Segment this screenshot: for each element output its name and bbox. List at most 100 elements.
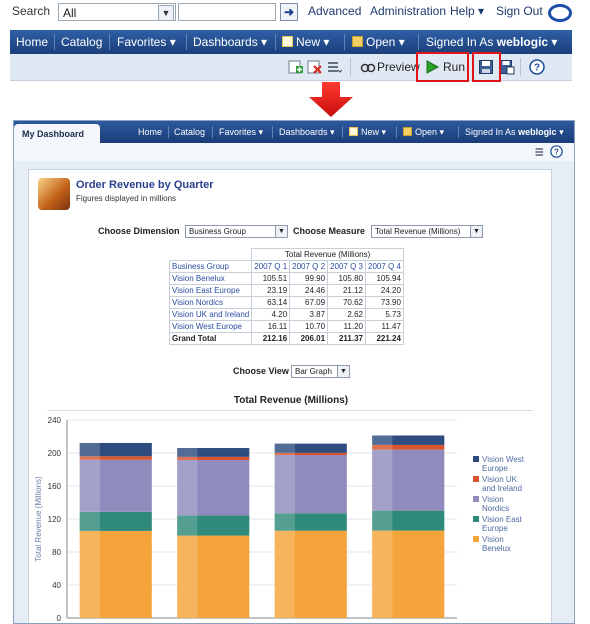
nav-divider [342,126,343,138]
nav-divider [54,34,55,50]
pivot-column-header[interactable]: 2007 Q 1 [251,260,291,273]
pivot-table: Total Revenue (Millions) Business Group 20… [168,248,404,345]
table-row: Vision East Europe 23.19 24.46 21.12 24.20 [168,284,404,297]
nav-divider [272,126,273,138]
y-tick-label: 120 [48,515,62,524]
row-label-link[interactable]: Vision East Europe [168,284,253,297]
chevron-down-icon[interactable]: ▼ [470,226,482,237]
nav-favorites-label: Favorites [117,35,167,49]
oracle-logo-icon [548,4,572,22]
report-title: Order Revenue by Quarter [76,179,214,191]
table-cell: 5.73 [365,308,404,321]
legend-swatch [473,496,479,502]
report-panel: Order Revenue by Quarter Figures display… [28,169,552,623]
svg-text:?: ? [554,147,559,156]
y-tick-label: 0 [57,614,62,623]
table-cell: 24.20 [365,284,404,297]
row-label-link[interactable]: Vision Benelux [168,272,253,285]
nav-home[interactable]: Home [138,127,162,137]
nav-divider [168,126,169,138]
measure-select[interactable]: Total Revenue (Millions) ▼ [371,225,483,238]
signed-in-user: weblogic [518,127,557,137]
nav-divider [109,34,110,50]
help-icon[interactable]: ? [529,59,545,75]
nav-new[interactable]: New ▾ [349,127,386,138]
table-cell: 11.20 [327,320,366,333]
nav-open[interactable]: Open ▾ [403,127,444,138]
table-cell: 11.47 [365,320,404,333]
svg-text:?: ? [534,63,540,74]
table-cell: 2.62 [327,308,366,321]
administration-link[interactable]: Administration [370,4,446,18]
arrow-down-icon [309,82,353,117]
grand-total-label: Grand Total [168,332,253,345]
toolbar-divider [520,58,521,76]
chevron-down-icon[interactable]: ▼ [158,5,174,21]
chevron-down-icon[interactable]: ▼ [275,226,287,237]
table-cell: 23.19 [251,284,291,297]
pivot-column-header[interactable]: 2007 Q 2 [289,260,329,273]
nav-catalog[interactable]: Catalog [61,35,102,49]
row-label-link[interactable]: Vision UK and Ireland [168,308,253,321]
search-label: Search [12,4,51,18]
chart-title: Total Revenue (Millions) [233,395,349,406]
legend-label: Nordics [482,504,509,513]
signed-in-label: Signed In As [465,127,516,137]
y-tick-label: 240 [48,416,62,425]
legend-label: Europe [482,524,508,533]
signed-in-menu[interactable]: Signed In As weblogic ▾ [426,35,557,49]
search-go-button[interactable]: ➜ [280,3,298,21]
pivot-row-header[interactable]: Business Group [168,260,253,273]
view-select[interactable]: Bar Graph ▼ [291,365,350,378]
nav-dashboards[interactable]: Dashboards ▾ [193,35,267,49]
page-options-icon[interactable] [534,146,546,158]
nav-open[interactable]: Open ▾ [352,35,405,49]
add-view-icon[interactable] [288,59,304,75]
bar-highlight [79,442,100,618]
table-row: Vision West Europe 16.11 10.70 11.20 11.47 [168,320,404,333]
search-scope-value: All [63,6,77,20]
nav-divider [275,34,276,50]
signed-in-user: weblogic [496,35,549,49]
nav-home[interactable]: Home [16,35,48,49]
nav-new[interactable]: New ▾ [282,35,329,49]
sign-out-link[interactable]: Sign Out [496,4,543,18]
bar-highlight [372,435,393,618]
tab-label: My Dashboard [22,129,85,139]
measure-value: Total Revenue (Millions) [375,227,461,236]
grand-total-cell: 221.24 [365,332,404,345]
legend-swatch [473,456,479,462]
delete-view-icon[interactable] [307,59,323,75]
search-input[interactable] [178,3,276,21]
preview-button[interactable]: Preview [377,60,420,74]
row-label-link[interactable]: Vision Nordics [168,296,253,309]
legend-label: Vision [482,535,504,544]
chevron-down-icon[interactable]: ▼ [337,366,349,377]
pivot-column-header[interactable]: 2007 Q 3 [327,260,366,273]
y-axis-title: Total Revenue (Millions) [34,476,43,562]
help-menu[interactable]: Help ▾ [450,4,484,18]
legend-swatch [473,476,479,482]
run-highlight [416,52,469,82]
properties-list-icon[interactable] [326,59,342,75]
pivot-corner [170,249,252,261]
advanced-link[interactable]: Advanced [308,4,361,18]
dimension-select[interactable]: Business Group ▼ [185,225,288,238]
nav-new-label: New [296,35,321,49]
nav-dashboards[interactable]: Dashboards ▾ [279,127,335,138]
dimension-value: Business Group [189,227,246,236]
table-cell: 16.11 [251,320,291,333]
row-label-link[interactable]: Vision West Europe [168,320,253,333]
nav-favorites[interactable]: Favorites ▾ [117,35,176,49]
save-as-icon[interactable] [499,59,515,75]
measure-label: Choose Measure [293,226,366,236]
nav-catalog[interactable]: Catalog [174,127,205,137]
help-icon[interactable]: ? [550,145,563,158]
nav-favorites[interactable]: Favorites ▾ [219,127,263,138]
tab-my-dashboard[interactable]: My Dashboard [14,124,100,143]
table-cell: 105.51 [251,272,291,285]
search-scope-select[interactable]: All ▼ [58,3,176,21]
signed-in-menu[interactable]: Signed In As weblogic ▾ [465,127,564,138]
pivot-column-header[interactable]: 2007 Q 4 [365,260,404,273]
legend-swatch [473,536,479,542]
